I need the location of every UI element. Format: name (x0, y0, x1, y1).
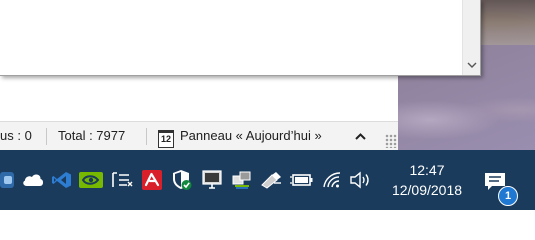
visual-studio-icon[interactable] (47, 150, 77, 210)
reminders-count: us : 0 (0, 128, 32, 143)
total-items: Total : 7977 (58, 128, 126, 143)
scroll-down-arrow-icon[interactable] (463, 59, 480, 71)
clock-date: 12/09/2018 (391, 182, 463, 198)
today-panel-toggle[interactable]: 12 Panneau « Aujourd’hui » (158, 122, 322, 150)
wifi-icon[interactable] (317, 150, 347, 210)
volume-icon[interactable] (345, 150, 375, 210)
calendar-icon: 12 (158, 130, 174, 148)
action-center-list-icon[interactable] (107, 150, 137, 210)
screen: us : 0 Total : 7977 12 Panneau « Aujourd’… (0, 0, 535, 210)
status-bar: us : 0 Total : 7977 12 Panneau « Aujourd’… (0, 121, 398, 150)
status-divider (146, 128, 147, 145)
wallpaper-rock (480, 0, 535, 45)
network-tray-icon[interactable] (227, 150, 257, 210)
clock-time: 12:47 (409, 162, 445, 178)
vertical-scrollbar[interactable] (462, 0, 480, 75)
avira-icon[interactable] (137, 150, 167, 210)
monitor-icon[interactable] (197, 150, 227, 210)
today-panel-label: Panneau « Aujourd’hui » (180, 128, 322, 143)
caret-up-icon[interactable] (355, 122, 366, 150)
notification-count-badge: 1 (498, 186, 518, 206)
onedrive-cloud-icon[interactable] (18, 150, 48, 210)
status-divider (46, 128, 47, 145)
windows-defender-icon[interactable] (167, 150, 197, 210)
notification-center-button[interactable]: 1 (478, 150, 535, 210)
system-clock[interactable]: 12:47 12/09/2018 (382, 160, 472, 200)
resize-grip[interactable] (385, 134, 397, 148)
nvidia-icon[interactable] (76, 150, 106, 210)
battery-icon[interactable] (287, 150, 317, 210)
safely-remove-hardware-icon[interactable] (256, 150, 286, 210)
top-window[interactable] (0, 0, 481, 76)
